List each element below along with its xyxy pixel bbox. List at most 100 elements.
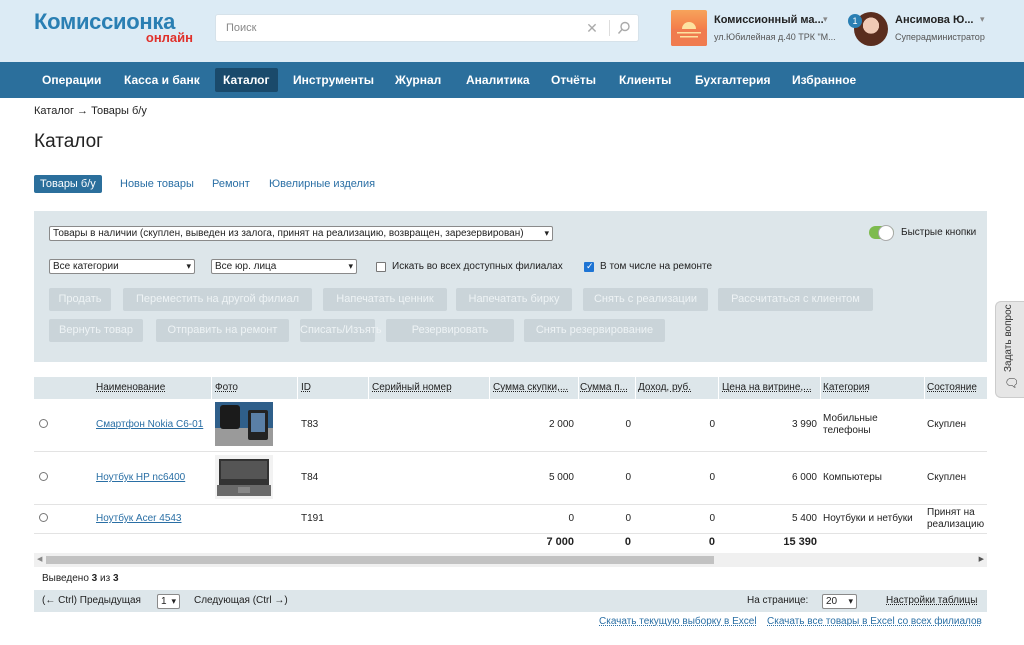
search-box: ✕ bbox=[215, 14, 639, 42]
write-off-button[interactable]: Списать/Изъять bbox=[300, 319, 382, 342]
pager: (← Ctrl) Предыдущая 1 ▾ Следующая (Ctrl … bbox=[34, 590, 987, 612]
col-buy-sum[interactable]: Сумма скупки,... bbox=[493, 382, 576, 393]
search-icon[interactable] bbox=[617, 21, 631, 35]
result-count-prefix: Выведено bbox=[42, 573, 89, 584]
per-page-select-value: 20 bbox=[826, 596, 838, 607]
store-selector[interactable]: Комиссионный ма... ул.Юбилейная д.40 ТРК… bbox=[671, 10, 841, 48]
download-all-link[interactable]: Скачать все товары в Excel со всех филиа… bbox=[767, 616, 982, 627]
horizontal-scrollbar[interactable]: ◀ ▶ bbox=[34, 553, 987, 567]
table-row[interactable]: Ноутбук HP nc6400 T84 5 000 0 0 6 000 Ко… bbox=[34, 452, 987, 505]
col-divider bbox=[489, 377, 490, 399]
ask-question-tab[interactable]: Задать вопрос 🗨 bbox=[995, 301, 1024, 398]
tab-repair[interactable]: Ремонт bbox=[206, 175, 256, 193]
nav-tools[interactable]: Инструменты bbox=[285, 68, 382, 92]
settle-client-button[interactable]: Рассчитаться с клиентом bbox=[718, 288, 873, 311]
item-id: T83 bbox=[301, 419, 319, 430]
col-serial[interactable]: Серийный номер bbox=[372, 382, 487, 393]
row-radio[interactable] bbox=[39, 419, 48, 428]
category-select-value: Все категории bbox=[53, 261, 119, 272]
nav-clients[interactable]: Клиенты bbox=[611, 68, 679, 92]
send-repair-button[interactable]: Отправить на ремонт bbox=[156, 319, 289, 342]
download-current-link[interactable]: Скачать текущую выборку в Excel bbox=[599, 616, 757, 627]
clear-icon[interactable]: ✕ bbox=[584, 20, 600, 36]
scroll-left-icon[interactable]: ◀ bbox=[37, 555, 42, 563]
col-divider bbox=[578, 377, 579, 399]
user-menu[interactable]: 1 Ансимова Ю... Суперадминистратор ▾ bbox=[848, 10, 998, 50]
photo-phone-thumbnail[interactable] bbox=[215, 402, 273, 446]
tab-jewelry[interactable]: Ювелирные изделия bbox=[263, 175, 381, 193]
col-category[interactable]: Категория bbox=[823, 382, 923, 393]
table-row[interactable]: Ноутбук Acer 4543 T191 0 0 0 5 400 Ноутб… bbox=[34, 505, 987, 534]
row-radio[interactable] bbox=[39, 513, 48, 522]
scrollbar-thumb[interactable] bbox=[46, 556, 714, 564]
return-goods-button[interactable]: Вернуть товар bbox=[49, 319, 143, 342]
nav-reports[interactable]: Отчёты bbox=[543, 68, 604, 92]
table-settings-link[interactable]: Настройки таблицы bbox=[886, 595, 977, 606]
tab-used-goods[interactable]: Товары б/у bbox=[34, 175, 102, 193]
chat-bubble-icon: 🗨 bbox=[1004, 376, 1020, 390]
item-buy-sum: 5 000 bbox=[548, 472, 574, 483]
chevron-down-icon: ▾ bbox=[980, 14, 985, 24]
reserve-button[interactable]: Резервировать bbox=[386, 319, 514, 342]
store-address: ул.Юбилейная д.40 ТРК "М... bbox=[714, 32, 836, 42]
user-name: Ансимова Ю... bbox=[895, 14, 974, 26]
goods-table: Наименование Фото ID Серийный номер Сумм… bbox=[34, 377, 987, 552]
col-income[interactable]: Доход, руб. bbox=[638, 382, 716, 393]
checkbox-box[interactable] bbox=[376, 262, 386, 272]
row-radio[interactable] bbox=[39, 472, 48, 481]
search-input[interactable] bbox=[216, 15, 576, 41]
item-name-link[interactable]: Смартфон Nokia C6-01 bbox=[96, 419, 203, 430]
sunset-icon bbox=[671, 22, 707, 46]
chevron-down-icon: ▾ bbox=[348, 261, 353, 271]
item-sum: 0 bbox=[625, 419, 631, 430]
status-select[interactable]: Товары в наличии (скуплен, выведен из за… bbox=[49, 226, 553, 241]
search-all-branches-checkbox[interactable]: Искать во всех доступных филиалах bbox=[376, 261, 576, 273]
photo-laptop-thumbnail[interactable] bbox=[215, 455, 273, 499]
nav-operations[interactable]: Операции bbox=[34, 68, 109, 92]
nav-favorites[interactable]: Избранное bbox=[784, 68, 864, 92]
logo[interactable]: Комиссионка онлайн bbox=[34, 9, 199, 45]
nav-cash-bank[interactable]: Касса и банк bbox=[116, 68, 208, 92]
result-count-shown: 3 bbox=[91, 573, 98, 584]
page-select-value: 1 bbox=[161, 596, 167, 607]
per-page-select[interactable]: 20 ▾ bbox=[822, 594, 857, 609]
totals-row: 7 000 0 0 15 390 bbox=[34, 534, 987, 552]
next-page-link[interactable]: Следующая (Ctrl →) bbox=[194, 595, 288, 606]
item-buy-sum: 0 bbox=[568, 513, 574, 524]
item-name-link[interactable]: Ноутбук Acer 4543 bbox=[96, 513, 182, 524]
col-sum[interactable]: Сумма п... bbox=[580, 382, 634, 393]
sell-button[interactable]: Продать bbox=[49, 288, 111, 311]
category-select[interactable]: Все категории ▾ bbox=[49, 259, 195, 274]
quick-buttons-toggle[interactable] bbox=[869, 225, 894, 241]
notification-badge[interactable]: 1 bbox=[848, 14, 862, 28]
store-name: Комиссионный ма... bbox=[714, 14, 824, 26]
col-photo[interactable]: Фото bbox=[215, 382, 295, 393]
total-income: 0 bbox=[708, 536, 715, 548]
checkbox-box[interactable] bbox=[584, 261, 594, 272]
entity-select[interactable]: Все юр. лица ▾ bbox=[211, 259, 357, 274]
item-id: T84 bbox=[301, 472, 319, 483]
col-id[interactable]: ID bbox=[301, 382, 366, 393]
scroll-right-icon[interactable]: ▶ bbox=[979, 555, 984, 563]
item-name-link[interactable]: Ноутбук HP nc6400 bbox=[96, 472, 185, 483]
move-branch-button[interactable]: Переместить на другой филиал bbox=[123, 288, 312, 311]
col-price[interactable]: Цена на витрине,... bbox=[722, 382, 818, 393]
prev-page-link[interactable]: (← Ctrl) Предыдущая bbox=[42, 595, 141, 606]
include-repair-checkbox[interactable]: В том числе на ремонте bbox=[584, 261, 734, 273]
nav-accounting[interactable]: Бухгалтерия bbox=[687, 68, 779, 92]
print-label-button[interactable]: Напечатать бирку bbox=[456, 288, 572, 311]
col-divider bbox=[635, 377, 636, 399]
col-divider bbox=[718, 377, 719, 399]
remove-from-sale-button[interactable]: Снять с реализации bbox=[583, 288, 708, 311]
col-state[interactable]: Состояние bbox=[927, 382, 987, 393]
print-price-tag-button[interactable]: Напечатать ценник bbox=[323, 288, 447, 311]
nav-catalog[interactable]: Каталог bbox=[215, 68, 278, 92]
tab-new-goods[interactable]: Новые товары bbox=[114, 175, 200, 193]
nav-journal[interactable]: Журнал bbox=[387, 68, 449, 92]
nav-analytics[interactable]: Аналитика bbox=[458, 68, 538, 92]
table-row[interactable]: Смартфон Nokia C6-01 T83 2 000 0 0 3 990… bbox=[34, 399, 987, 452]
col-name[interactable]: Наименование bbox=[96, 382, 208, 393]
quick-buttons-label: Быстрые кнопки bbox=[901, 227, 977, 238]
page-select[interactable]: 1 ▾ bbox=[157, 594, 180, 609]
unreserve-button[interactable]: Снять резервирование bbox=[524, 319, 665, 342]
